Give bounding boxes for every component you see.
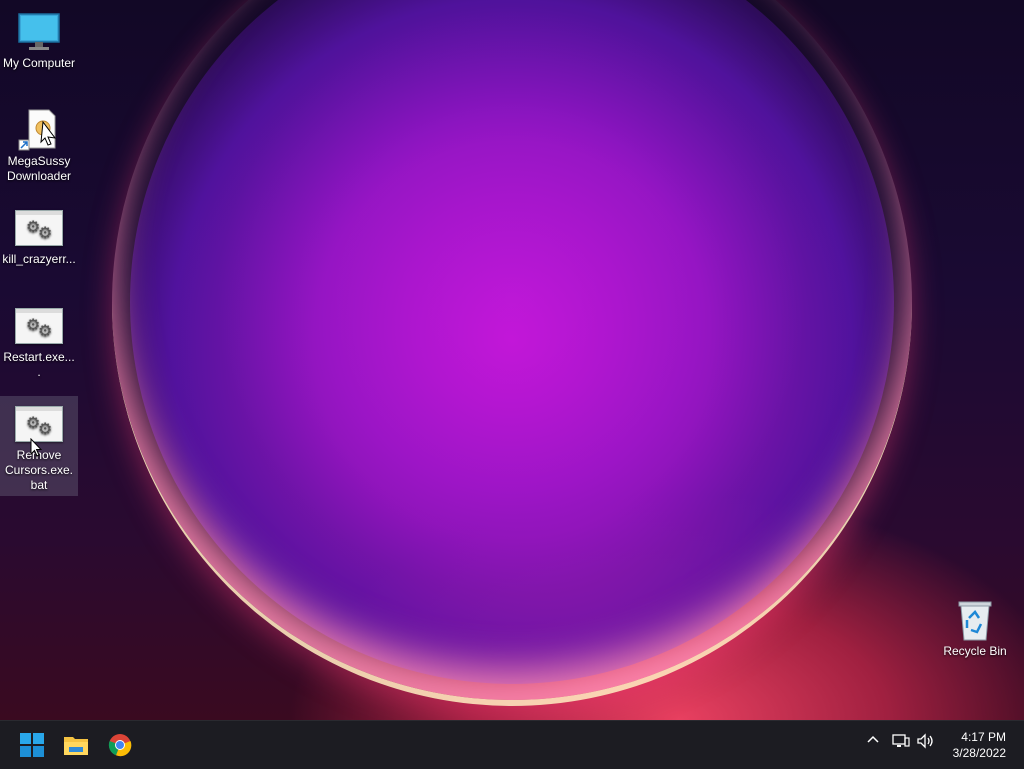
taskbar: 4:17 PM 3/28/2022 [0, 720, 1024, 769]
taskbar-clock[interactable]: 4:17 PM 3/28/2022 [953, 729, 1006, 761]
desktop-icon-label: Recycle Bin [943, 644, 1007, 658]
desktop-icon-my-computer[interactable]: My Computer [0, 4, 78, 74]
desktop-icon-label: MegaSussy Downloader [6, 154, 72, 183]
mouse-cursor-icon [30, 437, 43, 463]
batch-file-icon: ⚙ ⚙ [0, 206, 78, 250]
chrome-button[interactable] [104, 729, 136, 761]
chevron-up-icon[interactable] [866, 733, 880, 751]
desktop-icon-label: kill_crazyerr... [2, 252, 76, 266]
network-icon[interactable] [892, 733, 910, 753]
desktop-icon-restart-exe[interactable]: ⚙ ⚙ Restart.exe.... [0, 298, 78, 383]
clock-date: 3/28/2022 [952, 746, 1006, 760]
desktop-icon-label: My Computer [2, 56, 76, 70]
desktop-icon-megasussy-downloader[interactable]: MegaSussy Downloader [0, 102, 78, 187]
file-explorer-button[interactable] [60, 729, 92, 761]
file-explorer-icon [64, 737, 88, 755]
shortcut-file-icon [0, 108, 78, 152]
start-icon [20, 733, 44, 757]
batch-file-icon: ⚙ ⚙ [0, 304, 78, 348]
desktop-icon-label: Restart.exe.... [3, 350, 75, 379]
desktop-icon-kill-crazyerr[interactable]: ⚙ ⚙ kill_crazyerr... [0, 200, 78, 270]
clock-time: 4:17 PM [961, 730, 1006, 744]
monitor-icon [0, 10, 78, 54]
recycle-bin-icon [936, 598, 1014, 642]
start-button[interactable] [16, 729, 48, 761]
chrome-icon [108, 734, 132, 757]
volume-icon[interactable] [916, 733, 936, 753]
desktop-icon-recycle-bin[interactable]: Recycle Bin [936, 592, 1014, 662]
